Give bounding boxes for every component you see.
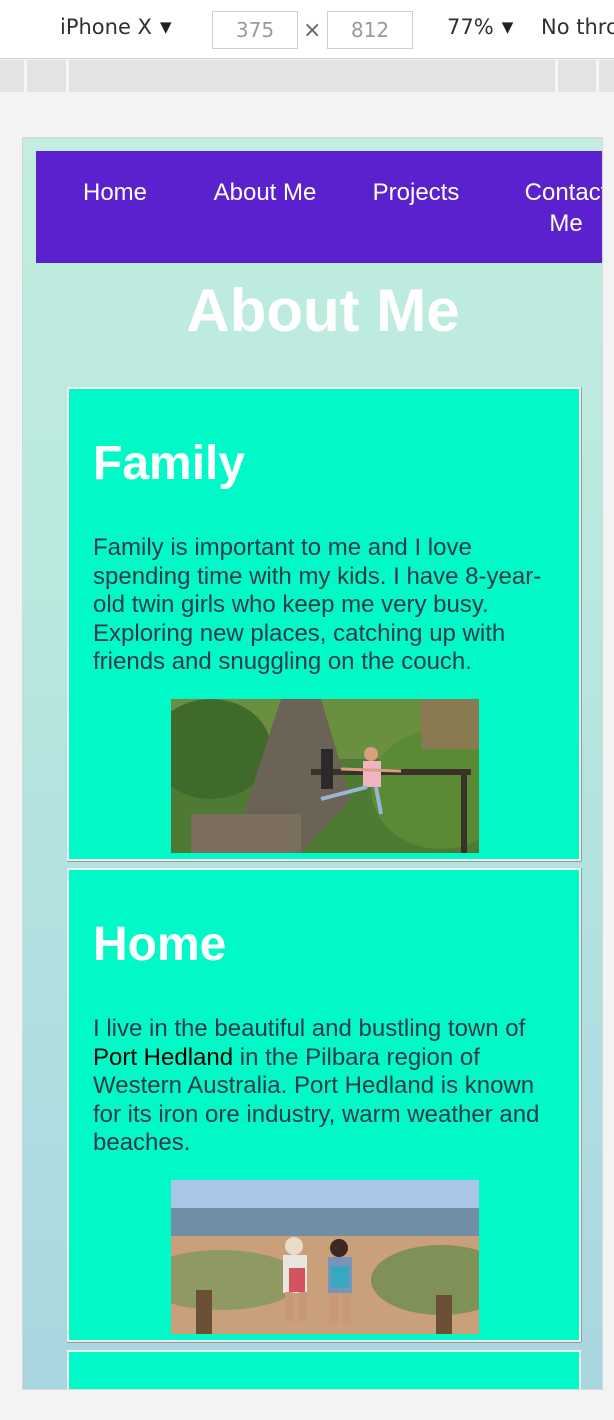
zoom-value: 77%	[447, 15, 494, 39]
media-query-divider	[596, 60, 599, 92]
zoom-selector[interactable]: 77% ▼	[447, 15, 513, 39]
home-photo	[171, 1180, 479, 1334]
card-home: Home I live in the beautiful and bustlin…	[67, 868, 581, 1342]
dimension-separator: ×	[303, 18, 322, 43]
device-name: iPhone X	[60, 15, 152, 39]
card-title: Family	[93, 437, 246, 490]
card-partial	[67, 1350, 581, 1389]
caret-down-icon: ▼	[159, 18, 172, 36]
family-photo	[171, 699, 479, 853]
card-title: Home	[93, 918, 227, 971]
family-photo-image	[171, 699, 479, 853]
card-family: Family Family is important to me and I l…	[67, 387, 581, 861]
nav-item-projects[interactable]: Projects	[356, 177, 476, 208]
page-title: About Me	[186, 277, 460, 344]
throttle-selector[interactable]: No thro	[541, 15, 614, 39]
port-hedland-link[interactable]: Port Hedland	[93, 1044, 233, 1071]
nav-item-about-me[interactable]: About Me	[204, 177, 326, 208]
card-text-before: I live in the beautiful and bustling tow…	[93, 1015, 526, 1042]
media-query-divider	[555, 60, 558, 92]
caret-down-icon: ▼	[501, 18, 514, 36]
devtools-toolbar: iPhone X ▼ 375 × 812 77% ▼ No thro	[0, 0, 614, 59]
media-query-divider	[24, 60, 27, 92]
device-selector[interactable]: iPhone X ▼	[60, 15, 172, 39]
media-query-divider	[66, 60, 69, 92]
nav-item-contact-me[interactable]: Contact Me	[516, 177, 602, 239]
main-nav: Home About Me Projects Contact Me	[36, 151, 602, 263]
home-photo-image	[171, 1180, 479, 1334]
media-query-bar[interactable]	[0, 60, 614, 92]
nav-item-home[interactable]: Home	[60, 177, 170, 208]
card-text: I live in the beautiful and bustling tow…	[93, 1015, 563, 1158]
height-input[interactable]: 812	[327, 11, 413, 49]
width-input[interactable]: 375	[212, 11, 298, 49]
device-viewport: Home About Me Projects Contact Me About …	[22, 137, 603, 1390]
card-text: Family is important to me and I love spe…	[93, 534, 542, 675]
